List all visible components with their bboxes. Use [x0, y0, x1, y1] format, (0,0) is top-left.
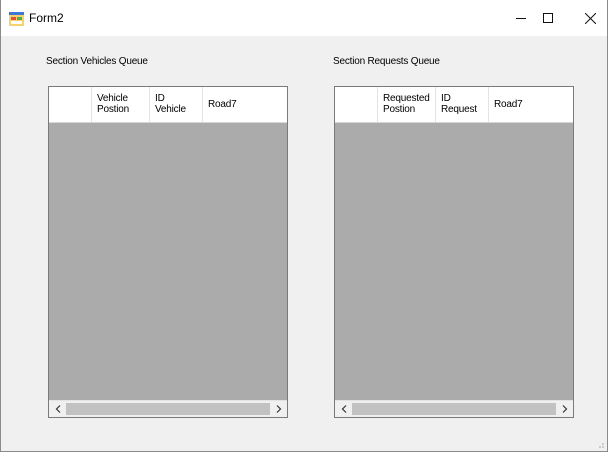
- form2-window: Form2 Section Vehicles Queue Section Req…: [0, 0, 608, 452]
- maximize-icon: [543, 13, 553, 23]
- column-header-text: Request: [441, 104, 477, 115]
- scroll-left-button[interactable]: [335, 401, 352, 417]
- horizontal-scrollbar[interactable]: [335, 400, 573, 417]
- horizontal-scrollbar[interactable]: [49, 400, 287, 417]
- scroll-left-button[interactable]: [49, 401, 66, 417]
- title-bar[interactable]: Form2: [1, 0, 607, 36]
- scroll-right-button[interactable]: [270, 401, 287, 417]
- column-header-text: Postion: [383, 104, 415, 115]
- maximize-button[interactable]: [525, 0, 571, 36]
- vehicles-queue-grid[interactable]: Vehicle Postion ID Vehicle Road7: [48, 86, 288, 418]
- chevron-left-icon: [55, 405, 60, 413]
- column-header-text: Road7: [494, 99, 523, 110]
- resize-grip-icon[interactable]: [595, 439, 605, 449]
- requests-queue-label: Section Requests Queue: [333, 56, 440, 67]
- scroll-thumb[interactable]: [352, 403, 556, 415]
- column-header-road7[interactable]: Road7: [489, 87, 573, 122]
- column-header-text: ID: [441, 93, 451, 104]
- column-header-id-vehicle[interactable]: ID Vehicle: [150, 87, 203, 122]
- scroll-thumb[interactable]: [66, 403, 270, 415]
- column-header-text: Postion: [97, 104, 129, 115]
- requests-queue-grid[interactable]: Requested Postion ID Request Road7: [334, 86, 574, 418]
- column-header-id-request[interactable]: ID Request: [436, 87, 489, 122]
- column-header-text: Vehicle: [97, 93, 128, 104]
- chevron-right-icon: [276, 405, 281, 413]
- window-title: Form2: [29, 11, 64, 25]
- close-icon: [584, 12, 596, 24]
- close-button[interactable]: [567, 0, 608, 36]
- column-header-vehicle-position[interactable]: Vehicle Postion: [92, 87, 150, 122]
- scroll-right-button[interactable]: [556, 401, 573, 417]
- column-header-text: Road7: [208, 99, 237, 110]
- winforms-app-icon: [9, 12, 24, 26]
- chevron-right-icon: [562, 405, 567, 413]
- column-header-text: Vehicle: [155, 104, 186, 115]
- chevron-left-icon: [341, 405, 346, 413]
- vehicles-queue-label: Section Vehicles Queue: [46, 56, 148, 67]
- column-header-text: Requested: [383, 93, 430, 104]
- row-header-corner[interactable]: [49, 87, 92, 122]
- column-header-road7[interactable]: Road7: [203, 87, 287, 122]
- column-header-requested-position[interactable]: Requested Postion: [378, 87, 436, 122]
- row-header-corner[interactable]: [335, 87, 378, 122]
- column-header-text: ID: [155, 93, 165, 104]
- grid-header: Vehicle Postion ID Vehicle Road7: [49, 87, 287, 123]
- grid-header: Requested Postion ID Request Road7: [335, 87, 573, 123]
